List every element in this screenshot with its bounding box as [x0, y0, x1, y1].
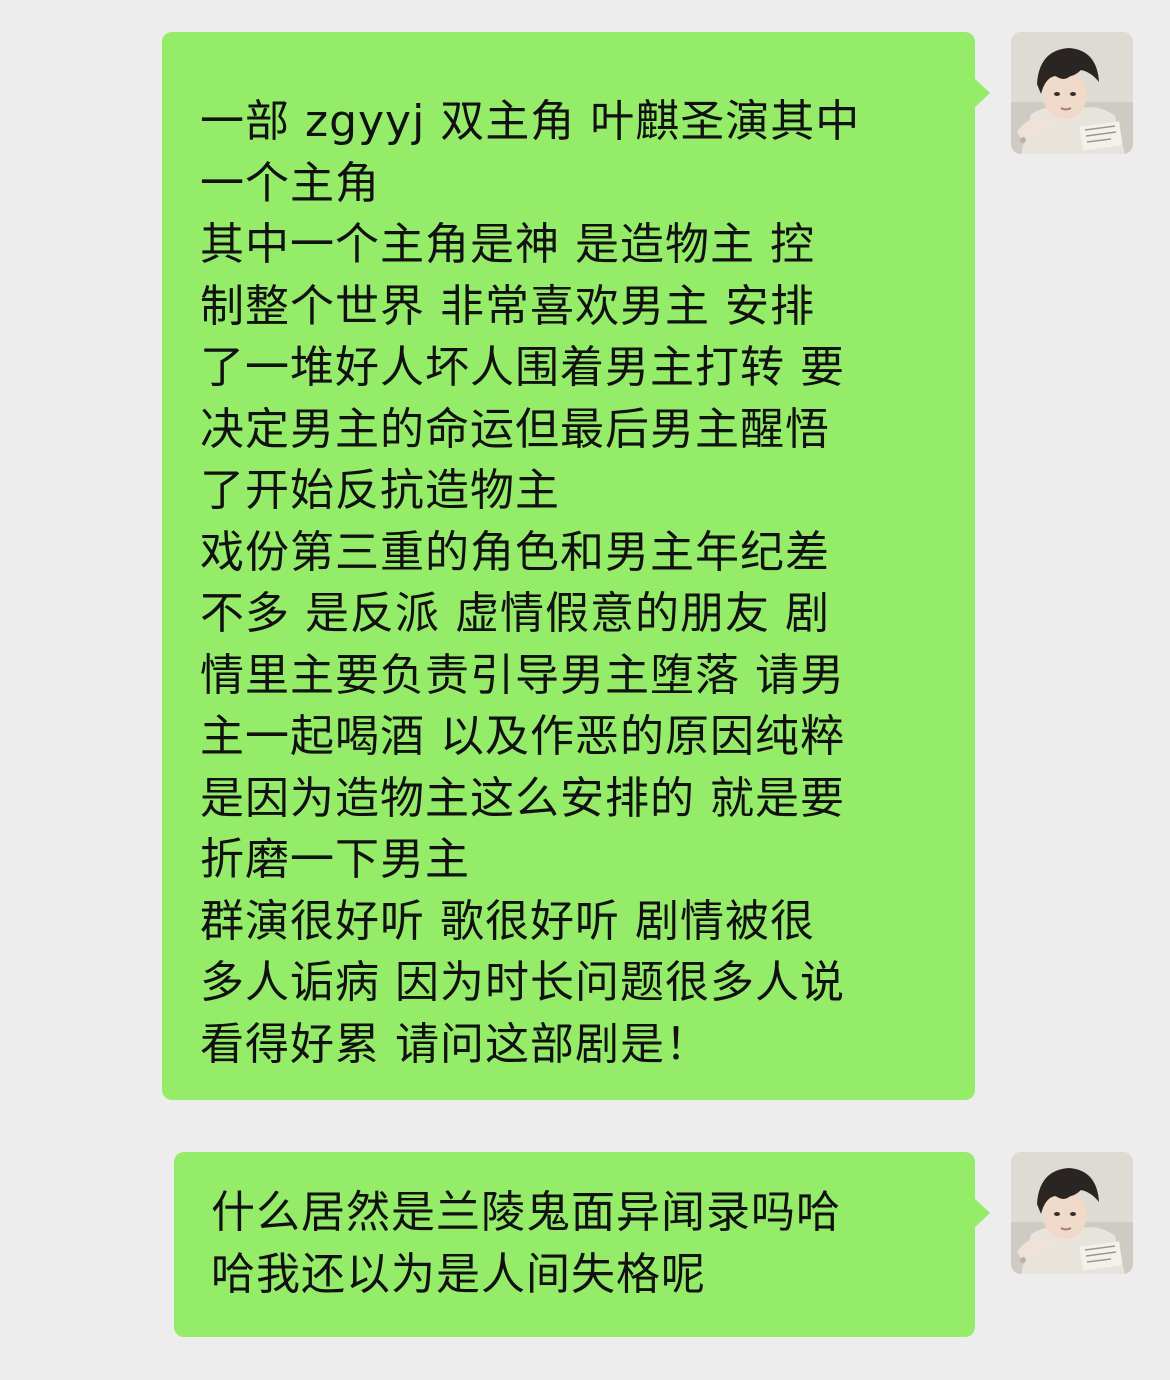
message-line: 主一起喝酒 以及作恶的原因纯粹	[200, 711, 845, 762]
message-bubble[interactable]: 一部 zgyyj 双主角 叶麒圣演其中 一个主角 其中一个主角是神 是造物主 控…	[162, 32, 990, 1100]
message-line: 其中一个主角是神 是造物主 控	[200, 219, 815, 270]
message-line: 不多 是反派 虚情假意的朋友 剧	[200, 588, 830, 639]
message-line: 了开始反抗造物主	[200, 465, 560, 516]
message-line: 决定男主的命运但最后男主醒悟	[200, 403, 830, 455]
message-line: 一个主角	[200, 157, 380, 209]
message-line: 情里主要负责引导男主堕落 请男	[200, 649, 845, 701]
user-avatar-photo-icon	[1011, 32, 1133, 154]
message-line: 折磨一下男主	[200, 834, 470, 885]
message-line: 制整个世界 非常喜欢男主 安排	[200, 280, 815, 332]
message-line: 了一堆好人坏人围着男主打转 要	[200, 342, 845, 393]
message-line: 什么居然是兰陵鬼面异闻录吗哈	[211, 1187, 841, 1238]
message-line: 戏份第三重的角色和男主年纪差	[200, 526, 830, 578]
message-line: 看得好累 请问这部剧是！	[200, 1018, 710, 1070]
message-line: 一部 zgyyj 双主角 叶麒圣演其中	[200, 96, 861, 147]
message-line: 多人诟病 因为时长问题很多人说	[200, 957, 845, 1008]
bubble-tail	[974, 1198, 990, 1228]
user-avatar-photo-icon	[1011, 1152, 1133, 1274]
user-avatar[interactable]	[1011, 32, 1133, 154]
message-line: 是因为造物主这么安排的 就是要	[200, 772, 845, 824]
bubble-tail	[974, 78, 990, 108]
user-avatar[interactable]	[1011, 1152, 1133, 1274]
message-bubble[interactable]: 什么居然是兰陵鬼面异闻录吗哈 哈我还以为是人间失格呢	[174, 1152, 990, 1337]
message-line: 群演很好听 歌很好听 剧情被很	[200, 895, 815, 947]
message-line: 哈我还以为是人间失格呢	[211, 1248, 706, 1300]
